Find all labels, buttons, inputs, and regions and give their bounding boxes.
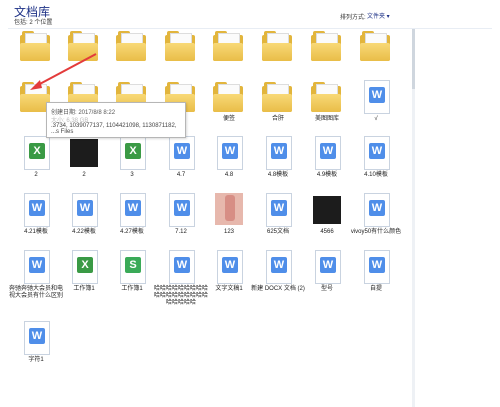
annotation-arrow <box>30 53 97 90</box>
